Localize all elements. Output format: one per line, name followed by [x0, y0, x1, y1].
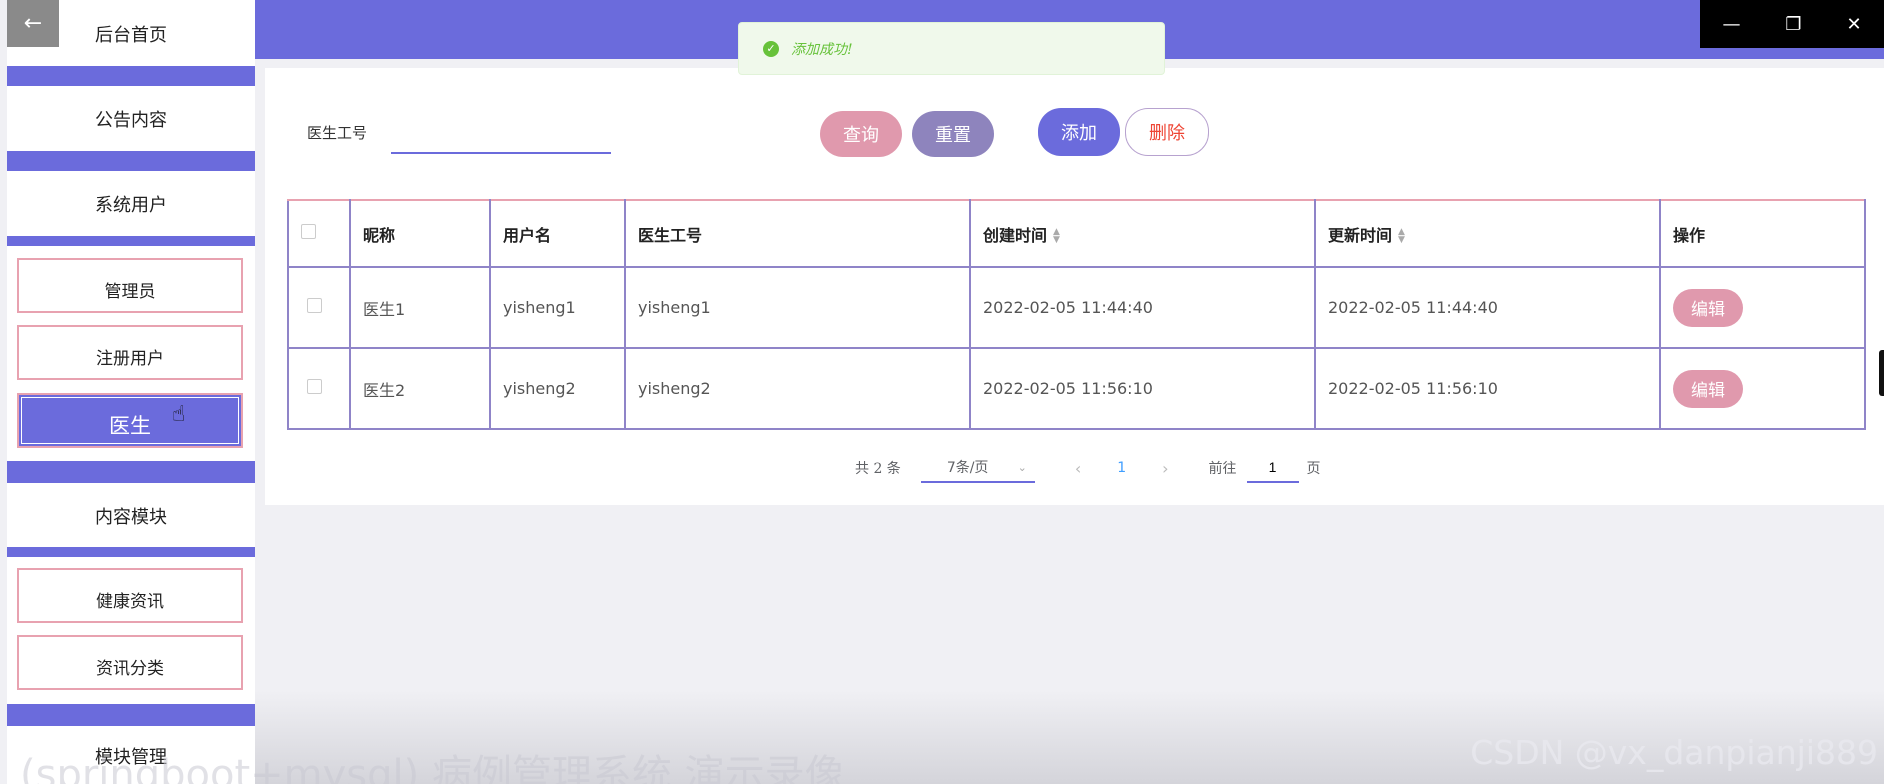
col-header-updated[interactable]: 更新时间 ▲ ▼: [1314, 199, 1661, 268]
delete-button[interactable]: 删除: [1125, 108, 1209, 156]
col-header-created-label: 创建时间: [983, 225, 1048, 245]
pagination: 共 2 条 7条/页 ⌄ ‹ 1 › 前往 页: [855, 453, 1321, 483]
table-row: 医生1 yisheng1 yisheng1 2022-02-05 11:44:4…: [287, 266, 1866, 349]
cell-actions: 编辑: [1659, 347, 1866, 430]
sidebar-divider: [7, 547, 255, 557]
goto-suffix: 页: [1306, 461, 1321, 477]
reset-button[interactable]: 重置: [912, 111, 994, 157]
cell-username: yisheng2: [489, 347, 626, 430]
row-select-cell: [287, 266, 351, 349]
query-button[interactable]: 查询: [820, 111, 902, 157]
window-controls: — ❐ ✕: [1700, 0, 1884, 48]
sidebar-divider: [7, 704, 255, 726]
cell-nickname: 医生1: [349, 266, 491, 349]
sort-icon[interactable]: ▲ ▼: [1053, 228, 1060, 245]
sidebar-divider: [7, 66, 255, 86]
col-header-actions: 操作: [1659, 199, 1866, 268]
sidebar-divider: [7, 151, 255, 171]
search-label: 医生工号: [307, 124, 368, 142]
row-checkbox[interactable]: [307, 379, 322, 394]
sidebar-item-announcements[interactable]: 公告内容: [7, 88, 255, 150]
sidebar-divider: [7, 236, 255, 246]
sidebar-sub-doctor[interactable]: 医生: [17, 393, 243, 448]
add-button[interactable]: 添加: [1038, 108, 1120, 156]
minimize-icon[interactable]: —: [1722, 14, 1740, 35]
chevron-down-icon: ⌄: [1017, 460, 1027, 474]
col-header-username: 用户名: [489, 199, 626, 268]
csdn-watermark: CSDN @vx_danpianji889: [1470, 733, 1878, 772]
doctor-id-search-input[interactable]: [391, 114, 611, 154]
sidebar-sub-news-category[interactable]: 资讯分类: [17, 635, 243, 690]
success-toast: ✓ 添加成功!: [738, 22, 1165, 75]
next-page-icon[interactable]: ›: [1162, 459, 1168, 478]
cell-doctor-id: yisheng2: [624, 347, 971, 430]
sort-icon[interactable]: ▲ ▼: [1398, 228, 1405, 245]
row-select-cell: [287, 347, 351, 430]
sidebar: ← 后台首页 公告内容 系统用户 管理员 注册用户 医生 ☝ 内容模块 健康资讯…: [7, 0, 255, 784]
cell-updated: 2022-02-05 11:56:10: [1314, 347, 1661, 430]
main-panel: 医生工号 查询 重置 添加 删除 昵称 用户名 医生工号 创建时间 ▲ ▼ 更新时间…: [265, 68, 1884, 505]
pagination-total: 共 2 条: [855, 461, 901, 477]
close-icon[interactable]: ✕: [1846, 14, 1861, 35]
goto-prefix: 前往: [1208, 461, 1237, 477]
cell-created: 2022-02-05 11:44:40: [969, 266, 1316, 349]
page-size-value: 7条/页: [946, 460, 989, 476]
check-circle-icon: ✓: [763, 40, 779, 57]
sidebar-sub-health-news[interactable]: 健康资讯: [17, 568, 243, 623]
sidebar-item-system-users[interactable]: 系统用户: [7, 173, 255, 235]
cell-doctor-id: yisheng1: [624, 266, 971, 349]
cell-nickname: 医生2: [349, 347, 491, 430]
video-ghost-title: (springboot+mysql) 病例管理系统 演示录像: [20, 752, 845, 784]
sidebar-divider: [7, 461, 255, 483]
sidebar-sub-admin[interactable]: 管理员: [17, 258, 243, 313]
select-all-checkbox[interactable]: [301, 224, 316, 239]
scroll-handle[interactable]: [1879, 350, 1884, 396]
cell-actions: 编辑: [1659, 266, 1866, 349]
cell-updated: 2022-02-05 11:44:40: [1314, 266, 1661, 349]
sidebar-item-content-module[interactable]: 内容模块: [7, 485, 255, 547]
edit-button[interactable]: 编辑: [1673, 369, 1743, 408]
back-arrow-icon[interactable]: ←: [7, 0, 59, 47]
sidebar-sub-registered-users[interactable]: 注册用户: [17, 325, 243, 380]
cell-username: yisheng1: [489, 266, 626, 349]
col-header-created[interactable]: 创建时间 ▲ ▼: [969, 199, 1316, 268]
col-header-nickname: 昵称: [349, 199, 491, 268]
page-size-select[interactable]: 7条/页 ⌄: [920, 453, 1035, 483]
table-header-row: 昵称 用户名 医生工号 创建时间 ▲ ▼ 更新时间 ▲ ▼ 操作: [287, 199, 1866, 268]
restore-icon[interactable]: ❐: [1785, 14, 1801, 35]
page-number-current[interactable]: 1: [1117, 460, 1126, 476]
table-row: 医生2 yisheng2 yisheng2 2022-02-05 11:56:1…: [287, 347, 1866, 430]
col-header-doctor-id: 医生工号: [624, 199, 971, 268]
toast-message: 添加成功!: [791, 41, 853, 58]
col-header-updated-label: 更新时间: [1328, 225, 1393, 245]
edit-button[interactable]: 编辑: [1673, 288, 1743, 327]
hand-cursor-icon: ☝: [172, 402, 186, 427]
select-all-cell: [287, 199, 351, 268]
goto-page-input[interactable]: [1246, 453, 1299, 483]
cell-created: 2022-02-05 11:56:10: [969, 347, 1316, 430]
doctor-table: 昵称 用户名 医生工号 创建时间 ▲ ▼ 更新时间 ▲ ▼ 操作 医生1 yisheng…: [287, 199, 1866, 430]
prev-page-icon[interactable]: ‹: [1075, 459, 1081, 478]
row-checkbox[interactable]: [307, 298, 322, 313]
